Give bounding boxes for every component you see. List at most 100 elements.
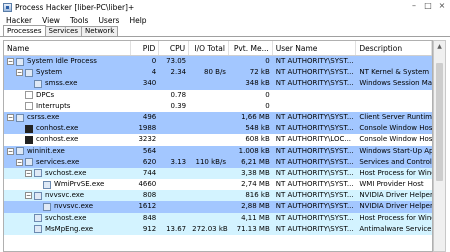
cpu-cell: 0.39 — [170, 101, 187, 110]
pid-cell: 744 — [142, 168, 157, 177]
process-name-cell: − services.exe — [4, 157, 131, 168]
pid-cell: 4660 — [138, 180, 157, 189]
description-cell: Windows Start-Up Appl — [359, 146, 432, 155]
process-icon — [16, 113, 24, 122]
process-icon — [25, 158, 33, 167]
table-row[interactable]: svchost.exe 848 4,11 MB NT AUTHORITY\SYST..… — [4, 212, 432, 224]
table-row[interactable]: − nvvsvc.exe 808 816 kB NT AUTHORITY\SYST...… — [4, 190, 432, 202]
process-icon — [34, 169, 42, 178]
user-name-cell: NT AUTHORITY\SYST... — [275, 68, 354, 77]
private-memory-cell: 2,74 MB — [241, 180, 270, 189]
tab-network[interactable]: Network — [81, 26, 119, 36]
scroll-thumb[interactable] — [436, 63, 443, 181]
private-memory-cell: 816 kB — [245, 191, 270, 200]
expander-icon[interactable]: − — [16, 158, 23, 166]
pid-cell: 620 — [142, 157, 157, 166]
cpu-cell: 3.13 — [170, 157, 187, 166]
description-cell: Host Process for Wind — [359, 168, 432, 177]
process-icon — [43, 180, 51, 189]
expander-icon[interactable]: − — [25, 192, 32, 200]
process-name: svchost.exe — [45, 213, 87, 222]
window-controls: – □ × — [410, 2, 446, 10]
process-name-cell: − wininit.exe — [4, 146, 131, 157]
process-name: csrss.exe — [27, 112, 60, 121]
column-header-description[interactable]: Description — [356, 41, 432, 55]
pid-cell: 496 — [142, 112, 157, 121]
pid-cell — [131, 101, 159, 112]
scroll-up-icon[interactable]: ▲ — [434, 41, 445, 52]
column-header-cpu[interactable]: CPU — [159, 41, 190, 55]
process-name: WmiPrvSE.exe — [54, 180, 105, 189]
io-total-cell: 80 B/s — [204, 68, 226, 77]
pid-cell: 0 — [151, 57, 157, 65]
private-memory-cell: 71.13 MB — [236, 224, 270, 233]
user-name-cell: NT AUTHORITY\SYST... — [275, 146, 354, 155]
table-row[interactable]: − csrss.exe 496 1,66 MB NT AUTHORITY\SYST...… — [4, 111, 432, 124]
cpu-cell: 0.78 — [170, 90, 187, 99]
user-name-cell: NT AUTHORITY\SYST... — [275, 202, 354, 211]
user-name-cell: NT AUTHORITY\SYST... — [275, 191, 354, 200]
description-cell — [356, 101, 432, 112]
cpu-cell — [159, 168, 189, 179]
table-row[interactable]: − services.exe 620 3.13 110 kB/s 6,21 MB NT AU… — [4, 156, 432, 168]
table-row[interactable]: Interrupts 0.39 0 — [4, 100, 432, 112]
description-cell: Host Process for Wind — [359, 213, 432, 222]
expander-icon[interactable]: − — [25, 169, 32, 177]
io-total-cell: 110 kB/s — [195, 157, 226, 166]
table-row[interactable]: smss.exe 340 348 kB NT AUTHORITY\SYST... Win… — [4, 78, 432, 90]
column-header-pid[interactable]: PID — [131, 41, 160, 55]
tab-processes[interactable]: Processes — [3, 25, 46, 36]
table-row[interactable]: WmiPrvSE.exe 4660 2,74 MB NT AUTHORITY\SYST… — [4, 179, 432, 191]
column-header-user-name[interactable]: User Name — [273, 41, 357, 55]
process-name-cell: nvvsvc.exe — [4, 201, 131, 212]
menu-bar: Hacker View Tools Users Help — [0, 14, 450, 26]
table-row[interactable]: − System 4 2.34 80 B/s 72 kB NT AUTHORITY\SYST… — [4, 67, 432, 79]
process-name-cell: − svchost.exe — [4, 168, 131, 179]
table-row[interactable]: DPCs 0.78 0 — [4, 89, 432, 101]
table-row[interactable]: − wininit.exe 564 1.008 kB NT AUTHORITY\SYST… — [4, 145, 432, 157]
process-tree-list[interactable]: Name PID CPU I/O Total Pvt. Me... User N… — [3, 40, 433, 252]
column-header-private-memory[interactable]: Pvt. Me... — [229, 41, 273, 55]
column-headers: Name PID CPU I/O Total Pvt. Me... User N… — [4, 41, 432, 56]
minimize-icon[interactable]: – — [410, 2, 418, 10]
io-total-cell — [189, 168, 229, 179]
close-icon[interactable]: × — [438, 2, 446, 10]
io-total-cell — [189, 213, 229, 224]
expander-icon[interactable]: − — [7, 58, 14, 66]
expander-icon[interactable]: − — [7, 147, 14, 155]
cpu-cell — [159, 190, 189, 201]
description-cell: Console Window Host — [359, 135, 432, 144]
table-row[interactable]: − System Idle Process 0 73.05 0 NT AUTHORITY\… — [4, 56, 432, 68]
menu-help[interactable]: Help — [129, 16, 146, 25]
expander-icon[interactable]: − — [16, 69, 23, 77]
process-name: smss.exe — [45, 79, 78, 88]
table-row[interactable]: MsMpEng.exe 912 13.67 272.03 kB 71.13 MB NT A… — [4, 223, 432, 235]
vertical-scrollbar[interactable]: ▲ — [433, 40, 446, 252]
menu-users[interactable]: Users — [98, 16, 119, 25]
process-name-cell: Interrupts — [4, 101, 131, 112]
pid-cell: 564 — [142, 146, 157, 155]
user-name-cell: NT AUTHORITY\SYST... — [275, 79, 354, 88]
column-header-io-total[interactable]: I/O Total — [189, 41, 229, 55]
table-row[interactable]: conhost.exe 3232 608 kB NT AUTHORITY\LOC...… — [4, 134, 432, 146]
user-name-cell: NT AUTHORITY\SYST... — [275, 157, 354, 166]
process-rows: − System Idle Process 0 73.05 0 NT AUTHORITY\… — [4, 56, 432, 235]
tab-services[interactable]: Services — [44, 26, 83, 36]
maximize-icon[interactable]: □ — [424, 2, 432, 10]
blank-icon — [25, 91, 33, 100]
menu-hacker[interactable]: Hacker — [6, 16, 32, 25]
table-row[interactable]: − svchost.exe 744 3,38 MB NT AUTHORITY\SYST.… — [4, 167, 432, 180]
user-name-cell: NT AUTHORITY\SYST... — [275, 57, 354, 65]
table-row[interactable]: nvvsvc.exe 1612 2,88 MB NT AUTHORITY\SYST..… — [4, 201, 432, 213]
user-name-cell — [273, 101, 357, 112]
table-row[interactable]: conhost.exe 1988 548 kB NT AUTHORITY\SYST..… — [4, 123, 432, 135]
expander-icon[interactable]: − — [7, 114, 14, 122]
process-icon — [25, 68, 33, 77]
menu-view[interactable]: View — [42, 16, 60, 25]
user-name-cell — [273, 90, 357, 101]
private-memory-cell: 1.008 kB — [238, 146, 270, 155]
io-total-cell — [189, 90, 229, 101]
column-header-name[interactable]: Name — [4, 41, 132, 55]
io-total-cell — [189, 134, 229, 145]
menu-tools[interactable]: Tools — [70, 16, 88, 25]
